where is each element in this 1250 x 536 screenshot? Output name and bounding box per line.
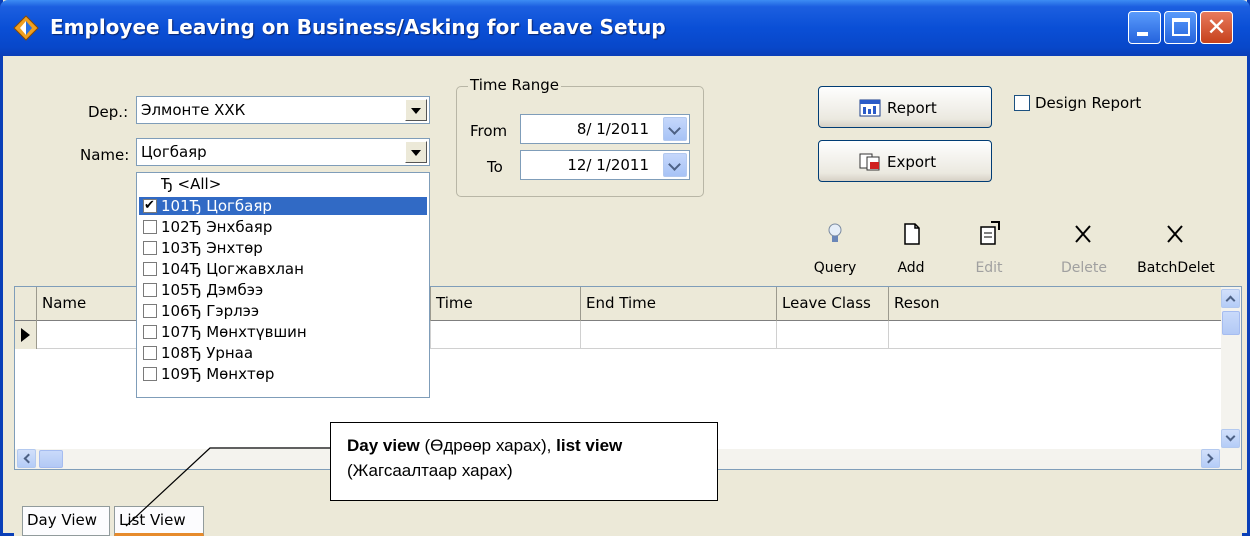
from-date-picker[interactable]: 8/ 1/2011 bbox=[520, 114, 690, 144]
edit-label: Edit bbox=[975, 260, 1003, 276]
callout-text-1: (Өдрөөр харах), bbox=[419, 436, 557, 455]
list-item[interactable]: 103Ђ Энхтөр bbox=[139, 239, 427, 257]
horizontal-scroll-thumb[interactable] bbox=[39, 450, 63, 468]
checkbox-icon[interactable] bbox=[143, 241, 157, 255]
list-item[interactable]: 102Ђ Энхбаяр bbox=[139, 218, 427, 236]
batch-delete-x-icon bbox=[1167, 225, 1183, 243]
checkbox-icon[interactable] bbox=[143, 304, 157, 318]
to-date-arrow-icon[interactable] bbox=[663, 153, 687, 177]
name-value: Цогбаяр bbox=[141, 143, 207, 161]
report-button[interactable]: Report bbox=[818, 86, 992, 128]
list-item[interactable]: 108Ђ Урнаа bbox=[139, 344, 427, 362]
to-date-picker[interactable]: 12/ 1/2011 bbox=[520, 150, 690, 180]
query-label: Query bbox=[813, 260, 857, 276]
name-combobox[interactable]: Цогбаяр bbox=[136, 138, 430, 166]
list-item[interactable]: 104Ђ Цогжавхлан bbox=[139, 260, 427, 278]
dep-value: Элмонте ХХК bbox=[141, 101, 246, 119]
checkbox-icon[interactable] bbox=[143, 262, 157, 276]
from-date-arrow-icon[interactable] bbox=[663, 117, 687, 141]
delete-x-icon bbox=[1075, 225, 1091, 243]
export-label: Export bbox=[887, 153, 937, 171]
callout-box: Day view (Өдрөөр харах), list view (Жагс… bbox=[330, 422, 718, 501]
add-label: Add bbox=[897, 260, 925, 276]
to-label: To bbox=[487, 158, 503, 176]
list-item[interactable]: 109Ђ Мөнхтөр bbox=[139, 365, 427, 383]
dep-combobox[interactable]: Элмонте ХХК bbox=[136, 96, 430, 124]
maximize-button[interactable] bbox=[1164, 11, 1197, 44]
export-button[interactable]: Export bbox=[818, 140, 992, 182]
list-item[interactable]: 101Ђ Цогбаяр bbox=[139, 197, 427, 215]
edit-document-icon bbox=[980, 221, 1000, 245]
row-indicator-icon bbox=[15, 321, 37, 349]
export-icon bbox=[859, 153, 880, 171]
checkbox-icon[interactable] bbox=[143, 346, 157, 360]
edit-tool[interactable]: Edit bbox=[966, 218, 1012, 276]
from-date-value: 8/ 1/2011 bbox=[576, 120, 649, 138]
minimize-button[interactable] bbox=[1128, 11, 1161, 44]
delete-label: Delete bbox=[1061, 260, 1107, 276]
vertical-scroll-thumb[interactable] bbox=[1222, 311, 1240, 335]
checkbox-icon[interactable] bbox=[143, 220, 157, 234]
design-report-checkbox[interactable] bbox=[1014, 95, 1030, 111]
vertical-scrollbar[interactable] bbox=[1221, 287, 1241, 451]
lightbulb-icon bbox=[828, 223, 842, 242]
report-label: Report bbox=[887, 99, 937, 117]
report-icon bbox=[859, 99, 881, 117]
list-item[interactable]: 106Ђ Гэрлээ bbox=[139, 302, 427, 320]
scroll-left-icon[interactable] bbox=[17, 449, 36, 468]
close-button[interactable]: ✕ bbox=[1200, 11, 1233, 44]
list-item[interactable]: 107Ђ Мөнхтүвшин bbox=[139, 323, 427, 341]
callout-list-view: list view bbox=[556, 436, 623, 455]
name-dropdown-list[interactable]: Ђ <All> 101Ђ Цогбаяр 102Ђ Энхбаяр 103Ђ Э… bbox=[136, 172, 430, 398]
name-label: Name: bbox=[80, 146, 130, 164]
checkbox-icon[interactable] bbox=[143, 283, 157, 297]
callout-text-2: (Жагсаалтаар харах) bbox=[347, 461, 513, 480]
column-header-time[interactable]: Time bbox=[431, 287, 581, 321]
list-item[interactable]: Ђ <All> bbox=[139, 175, 427, 193]
close-icon: ✕ bbox=[1206, 13, 1227, 41]
new-document-icon bbox=[904, 223, 920, 245]
time-range-title: Time Range bbox=[468, 76, 562, 94]
column-header-leave-class[interactable]: Leave Class bbox=[777, 287, 889, 321]
title-bar: Employee Leaving on Business/Asking for … bbox=[0, 0, 1250, 56]
scroll-down-icon[interactable] bbox=[1221, 429, 1240, 448]
app-icon bbox=[13, 15, 39, 41]
list-item[interactable]: 105Ђ Дэмбээ bbox=[139, 281, 427, 299]
batch-delete-tool[interactable]: BatchDelet bbox=[1130, 218, 1222, 276]
design-report-label: Design Report bbox=[1035, 94, 1142, 112]
maximize-icon bbox=[1172, 18, 1190, 36]
header-indicator-cell bbox=[15, 287, 37, 321]
cell-leave-class[interactable] bbox=[777, 321, 889, 349]
cell-end-time[interactable] bbox=[581, 321, 777, 349]
query-tool[interactable]: Query bbox=[810, 218, 860, 276]
delete-tool[interactable]: Delete bbox=[1054, 218, 1114, 276]
name-dropdown-arrow-icon[interactable] bbox=[405, 141, 427, 163]
column-header-reson[interactable]: Reson bbox=[889, 287, 1223, 321]
scroll-right-icon[interactable] bbox=[1201, 449, 1220, 468]
checkbox-icon[interactable] bbox=[143, 367, 157, 381]
checkbox-icon[interactable] bbox=[143, 197, 157, 215]
column-header-end-time[interactable]: End Time bbox=[581, 287, 777, 321]
tab-day-view[interactable]: Day View bbox=[22, 506, 110, 536]
dep-dropdown-arrow-icon[interactable] bbox=[405, 99, 427, 121]
checkbox-icon[interactable] bbox=[143, 325, 157, 339]
dep-label: Dep.: bbox=[88, 103, 129, 121]
from-label: From bbox=[470, 122, 508, 140]
tab-list-view[interactable]: List View bbox=[114, 506, 204, 536]
add-tool[interactable]: Add bbox=[888, 218, 934, 276]
window-title: Employee Leaving on Business/Asking for … bbox=[50, 15, 666, 39]
batch-delete-label: BatchDelet bbox=[1137, 260, 1215, 276]
minimize-icon bbox=[1137, 32, 1148, 36]
callout-day-view: Day view bbox=[347, 436, 420, 455]
cell-time[interactable] bbox=[431, 321, 581, 349]
cell-reson[interactable] bbox=[889, 321, 1223, 349]
to-date-value: 12/ 1/2011 bbox=[567, 156, 649, 174]
scroll-up-icon[interactable] bbox=[1221, 289, 1240, 308]
